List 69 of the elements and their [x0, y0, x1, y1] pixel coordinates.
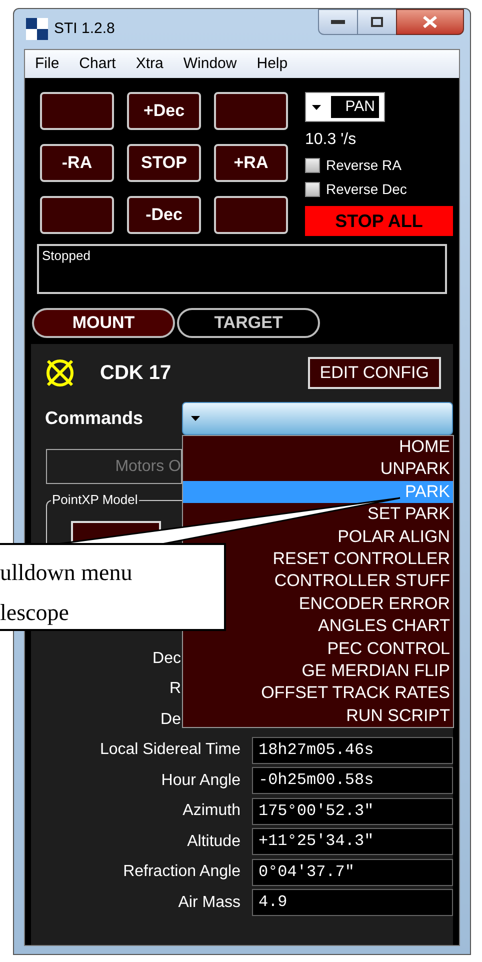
- menu-item[interactable]: OFFSET TRACK RATES: [261, 682, 453, 705]
- jog-button[interactable]: [40, 92, 114, 130]
- jog-button[interactable]: STOP: [127, 144, 201, 182]
- jog-button[interactable]: +Dec: [127, 92, 201, 130]
- minimize-button[interactable]: [318, 9, 358, 35]
- checkbox[interactable]: [305, 158, 320, 173]
- callout-text: lescope: [0, 599, 70, 627]
- jog-button[interactable]: -RA: [40, 144, 114, 182]
- tab[interactable]: TARGET: [177, 308, 320, 338]
- menu-item[interactable]: ANGLES CHART: [318, 615, 453, 638]
- maximize-icon: [371, 17, 383, 27]
- minimize-icon: [331, 20, 345, 24]
- dropdown-value: PAN: [331, 96, 379, 118]
- jog-button[interactable]: [40, 196, 114, 234]
- menu-item[interactable]: RESET CONTROLLER: [272, 548, 453, 570]
- readout-value: -0h25m00.58s: [252, 767, 453, 794]
- menu-item[interactable]: PEC CONTROL: [327, 638, 453, 660]
- menu-item[interactable]: POLAR ALIGN: [338, 526, 453, 548]
- jog-button[interactable]: +RA: [214, 144, 288, 182]
- mount-name: CDK 17: [100, 361, 172, 386]
- app-logo-icon: [26, 18, 48, 40]
- readout-value: 0°04'37.7": [252, 858, 453, 886]
- edit-config-button[interactable]: EDIT CONFIG: [308, 357, 441, 389]
- menu-item[interactable]: Chart: [79, 52, 116, 76]
- menu-item[interactable]: SET PARK: [367, 503, 453, 526]
- checkbox[interactable]: [305, 182, 320, 197]
- readout-label: Local Sidereal Time: [98, 740, 240, 760]
- readout-value: +11°25'34.3": [252, 828, 453, 856]
- motors-button[interactable]: Motors O: [46, 449, 182, 484]
- menu-item[interactable]: UNPARK: [380, 458, 453, 481]
- readout-value: 4.9: [252, 889, 453, 916]
- menu-item[interactable]: Help: [256, 52, 288, 76]
- menu-item[interactable]: Window: [183, 52, 237, 76]
- checkbox-label: Reverse RA: [326, 156, 402, 175]
- tab[interactable]: MOUNT: [32, 308, 175, 338]
- menu-item[interactable]: ENCODER ERROR: [298, 592, 453, 616]
- jog-button[interactable]: [214, 196, 288, 234]
- readout-label: Dec: [152, 648, 181, 669]
- jog-button[interactable]: -Dec: [127, 196, 201, 234]
- status-text: Stopped: [42, 248, 90, 263]
- readout-value: 18h27m05.46s: [252, 736, 453, 764]
- readout-label: Air Mass: [177, 892, 240, 913]
- commands-dropdown[interactable]: [182, 402, 453, 435]
- readout-label: Altitude: [186, 832, 240, 852]
- close-button[interactable]: [396, 9, 464, 35]
- menu-item[interactable]: GE MERDIAN FLIP: [302, 660, 453, 682]
- callout-text: ulldown menu: [0, 559, 134, 587]
- menu-item[interactable]: RUN SCRIPT: [346, 704, 453, 728]
- close-icon: [423, 16, 437, 28]
- checkbox-label: Reverse Dec: [326, 180, 407, 199]
- jog-button[interactable]: [214, 92, 288, 130]
- maximize-button[interactable]: [358, 9, 396, 35]
- menu-item[interactable]: File: [35, 52, 60, 76]
- readout-label: Refraction Angle: [122, 862, 240, 882]
- readout-label: De: [160, 710, 181, 730]
- readout-label: R: [168, 679, 181, 700]
- dropdown-caret-icon: [190, 416, 200, 421]
- menu-item[interactable]: HOME: [399, 436, 453, 458]
- menu-item[interactable]: Xtra: [136, 52, 164, 76]
- window-title: STI 1.2.8: [54, 18, 115, 39]
- readout-label: Hour Angle: [160, 770, 240, 791]
- rate-dropdown[interactable]: PAN: [305, 92, 385, 122]
- menu-item[interactable]: CONTROLLER STUFF: [274, 570, 453, 593]
- dropdown-caret-icon: [312, 104, 321, 110]
- commands-label: Commands: [45, 407, 144, 430]
- stop-all-button[interactable]: STOP ALL: [305, 206, 453, 236]
- readout-label: Azimuth: [182, 801, 240, 822]
- readout-value: 175°00'52.3": [252, 798, 453, 825]
- rate-reading: 10.3 '/s: [305, 130, 358, 150]
